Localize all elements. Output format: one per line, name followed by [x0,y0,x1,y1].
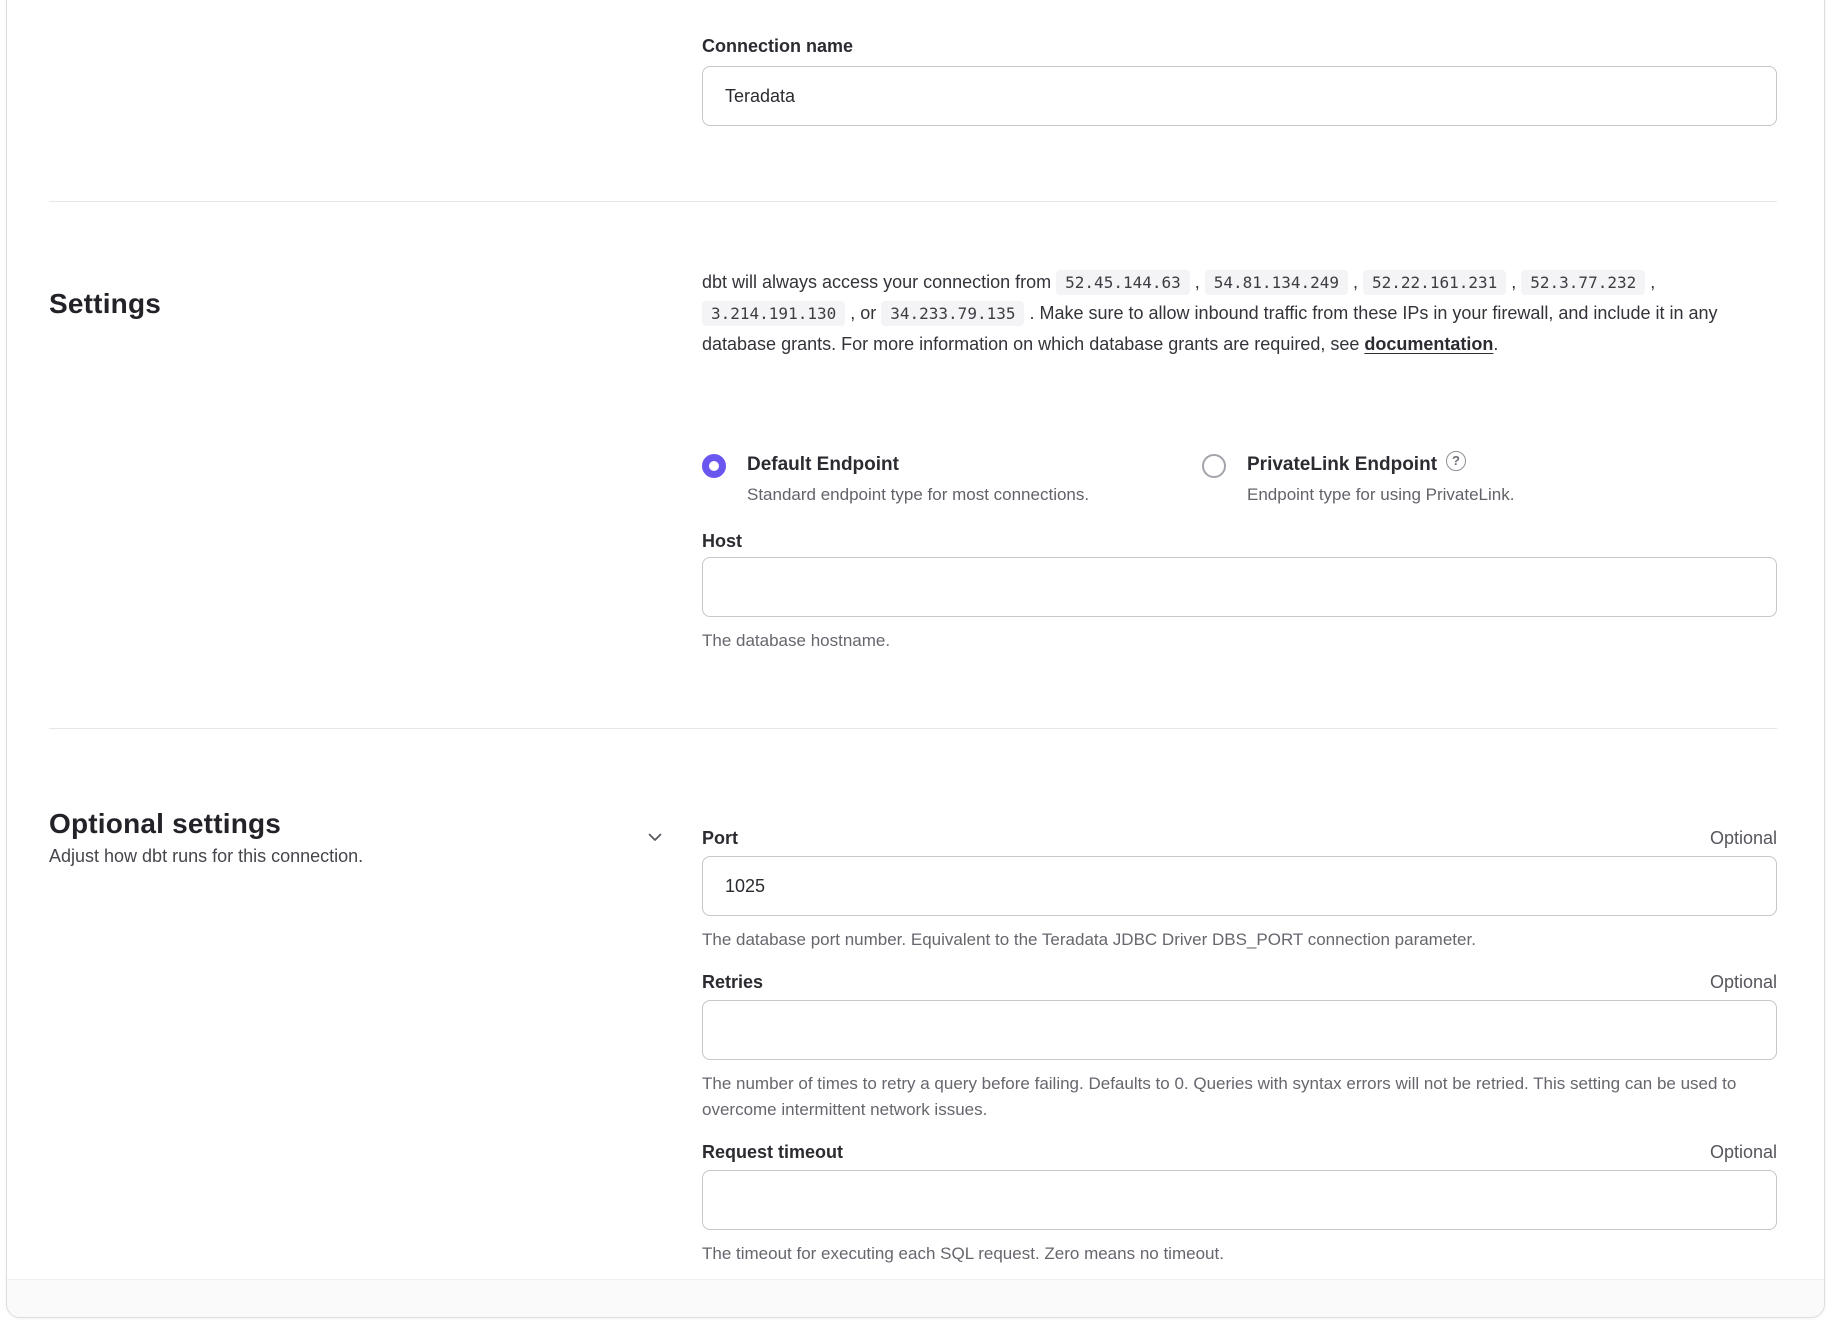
port-label-row: Port Optional [702,828,1777,849]
ip-address-chip: 54.81.134.249 [1205,270,1348,295]
retries-label-row: Retries Optional [702,972,1777,993]
privatelink-endpoint-description: Endpoint type for using PrivateLink. [1247,482,1514,507]
collapse-optional-settings-button[interactable] [642,824,668,850]
optional-settings-title: Optional settings [49,808,363,840]
settings-section-title: Settings [49,288,161,320]
ip-address-chip: 52.22.161.231 [1363,270,1506,295]
port-helper-text: The database port number. Equivalent to … [702,927,1780,953]
port-label: Port [702,828,738,849]
ip-address-chip: 3.214.191.130 [702,301,845,326]
default-endpoint-radio[interactable] [702,454,726,478]
request-timeout-label: Request timeout [702,1142,843,1163]
request-timeout-label-row: Request timeout Optional [702,1142,1777,1163]
ip-address-chip: 52.45.144.63 [1056,270,1190,295]
default-endpoint-description: Standard endpoint type for most connecti… [747,482,1089,507]
host-helper-text: The database hostname. [702,628,1780,654]
port-input[interactable] [702,856,1777,916]
host-input[interactable] [702,557,1777,617]
optional-badge: Optional [1710,828,1777,849]
endpoint-radio-group: Default Endpoint Standard endpoint type … [702,452,1514,507]
form-card-footer [7,1279,1824,1317]
default-endpoint-label: Default Endpoint [747,452,1089,478]
privatelink-endpoint-radio[interactable] [1202,454,1226,478]
optional-badge: Optional [1710,972,1777,993]
retries-helper-text: The number of times to retry a query bef… [702,1071,1780,1123]
section-divider [49,201,1777,202]
section-divider [49,728,1777,729]
connection-settings-page: Connection name Settings dbt will always… [0,0,1832,1324]
optional-settings-header: Optional settings Adjust how dbt runs fo… [49,808,363,867]
optional-badge: Optional [1710,1142,1777,1163]
retries-input[interactable] [702,1000,1777,1060]
optional-settings-subtitle: Adjust how dbt runs for this connection. [49,846,363,867]
ip-address-chip: 52.3.77.232 [1521,270,1645,295]
request-timeout-helper-text: The timeout for executing each SQL reque… [702,1241,1780,1267]
help-icon[interactable]: ? [1446,451,1466,471]
retries-label: Retries [702,972,763,993]
host-label: Host [702,531,742,552]
ip-access-note: dbt will always access your connection f… [702,267,1780,359]
privatelink-endpoint-label: PrivateLink Endpoint [1247,452,1437,478]
connection-name-label: Connection name [702,36,853,57]
documentation-link[interactable]: documentation [1364,334,1493,354]
ip-address-chip: 34.233.79.135 [881,301,1024,326]
request-timeout-input[interactable] [702,1170,1777,1230]
default-endpoint-option[interactable]: Default Endpoint Standard endpoint type … [702,452,1202,507]
chevron-down-icon [645,827,665,847]
connection-name-input[interactable] [702,66,1777,126]
privatelink-endpoint-option[interactable]: PrivateLink Endpoint ? Endpoint type for… [1202,452,1514,507]
